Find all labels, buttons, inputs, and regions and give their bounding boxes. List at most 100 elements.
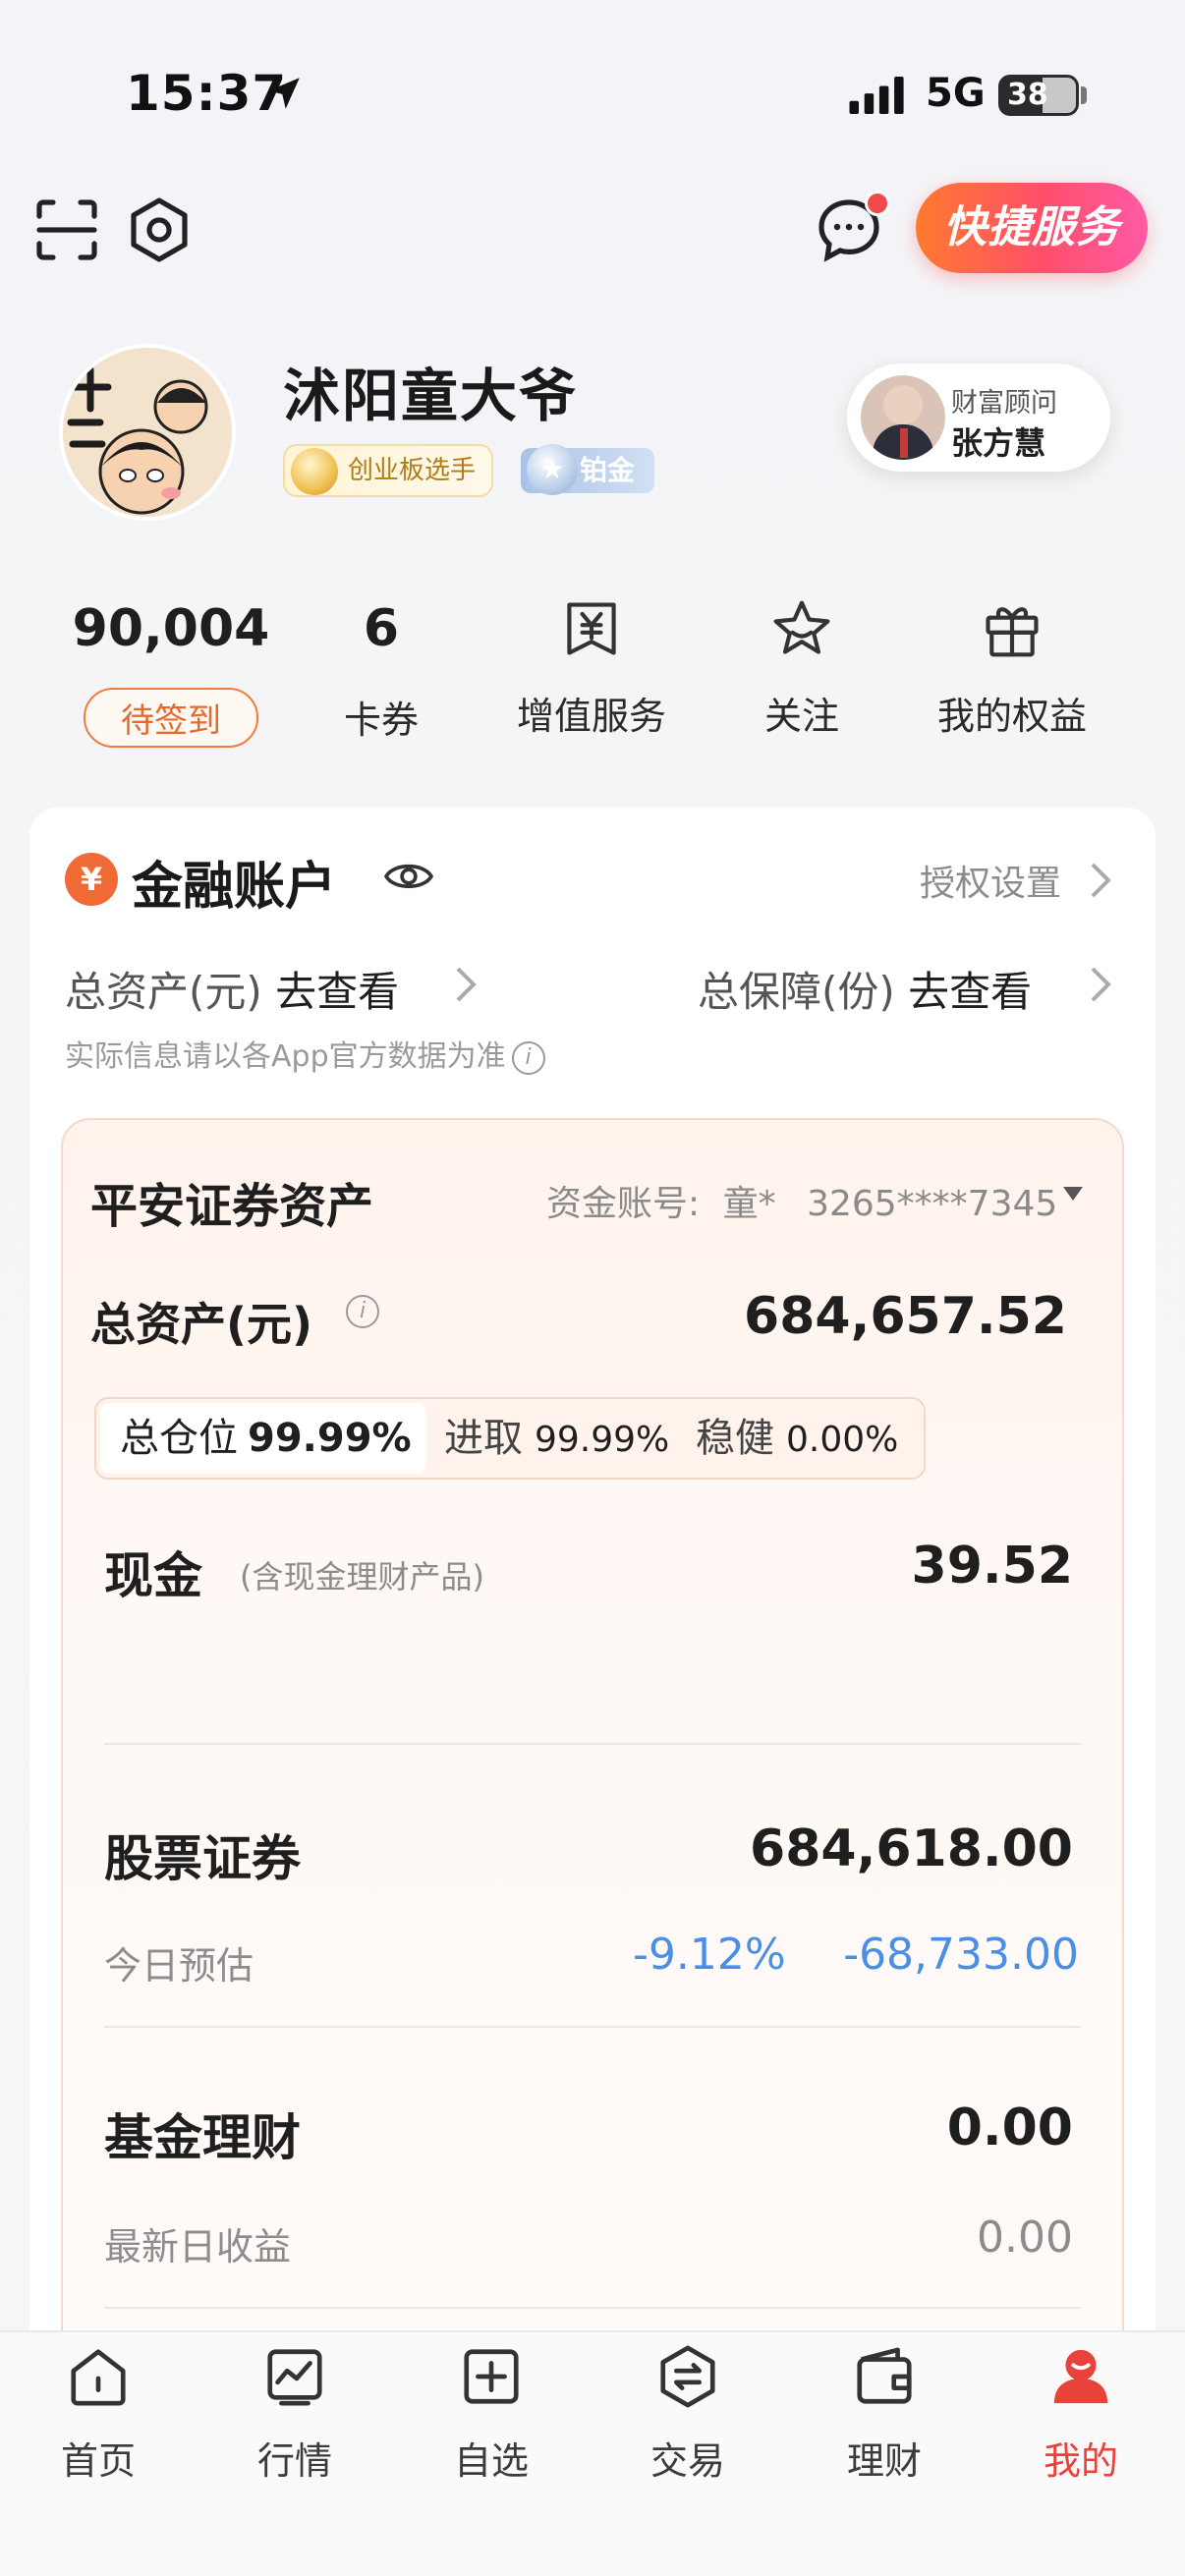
dropdown-arrow-icon[interactable]: [1063, 1187, 1083, 1201]
follow-stat[interactable]: 关注: [694, 589, 910, 740]
advisor-name: 张方慧: [951, 424, 1046, 462]
chevron-right-icon: [1091, 967, 1111, 1002]
total-guarantee-link[interactable]: 总保障(份) 去查看: [698, 959, 1032, 1019]
stocks-value: 684,618.00: [750, 1820, 1073, 1878]
cash-label: 现金: [104, 1547, 202, 1604]
securities-total-assets-value: 684,657.52: [744, 1287, 1067, 1346]
stocks-label[interactable]: 股票证券: [104, 1820, 301, 1890]
coupons-value: 6: [363, 599, 400, 658]
benefits-label: 我的权益: [936, 695, 1087, 738]
latest-return-value: 0.00: [977, 2212, 1073, 2263]
username: 沭阳童大爷: [283, 363, 579, 429]
my-benefits[interactable]: 我的权益: [904, 589, 1120, 740]
guarantee-action: 去查看: [908, 968, 1033, 1016]
securities-title: 平安证券资产: [90, 1179, 374, 1234]
signal-icon: [849, 77, 904, 114]
badge-tier-label: 铂金: [580, 454, 636, 486]
scan-icon[interactable]: [33, 196, 100, 263]
chevron-right-icon: [1091, 863, 1111, 898]
value-added-service[interactable]: 增值服务: [483, 589, 700, 740]
finance-title: 金融账户: [132, 858, 337, 917]
settings-icon[interactable]: [126, 196, 193, 263]
home-icon: [71, 2349, 126, 2406]
account-label: 资金账号:: [546, 1184, 701, 1224]
funds-label[interactable]: 基金理财: [104, 2099, 301, 2169]
trade-icon: [660, 2345, 715, 2408]
star-icon: [773, 600, 830, 654]
aggressive-value: 99.99%: [535, 1420, 670, 1460]
advisor-title: 财富顾问: [951, 388, 1057, 419]
tab-mine[interactable]: 我的: [983, 2344, 1179, 2485]
yuan-icon: ¥: [65, 853, 118, 906]
battery-level: 38: [1007, 78, 1048, 112]
avatar-cartoon-icon: [63, 348, 232, 517]
tab-market-label: 行情: [256, 2439, 332, 2483]
location-arrow-icon: [268, 78, 300, 109]
today-estimate-amount: -68,733.00: [843, 1930, 1079, 1980]
securities-total-assets-label: 总资产(元): [90, 1298, 313, 1351]
stable-value: 0.00%: [786, 1420, 899, 1460]
tab-watchlist[interactable]: 自选: [393, 2344, 590, 2485]
badge-level-label: 创业板选手: [348, 456, 477, 485]
chevron-right-icon: [456, 967, 477, 1002]
total-assets-action: 去查看: [275, 968, 400, 1016]
funds-value: 0.00: [946, 2099, 1073, 2157]
auth-settings-link[interactable]: 授权设置: [920, 855, 1061, 906]
notification-dot: [865, 191, 890, 216]
wallet-icon: [857, 2347, 912, 2404]
checkin-button[interactable]: 待签到: [84, 688, 258, 748]
divider: [104, 1743, 1081, 1745]
coupons-stat[interactable]: 6 卡券: [273, 589, 489, 744]
tab-home[interactable]: 首页: [0, 2344, 197, 2485]
badge-level[interactable]: 创业板选手: [283, 444, 494, 497]
network-type: 5G: [926, 71, 986, 116]
follow-label: 关注: [763, 695, 839, 738]
tab-watchlist-label: 自选: [453, 2439, 529, 2483]
total-assets-link[interactable]: 总资产(元) 去查看: [65, 959, 399, 1019]
tab-home-label: 首页: [60, 2439, 136, 2483]
profile-icon: [1053, 2349, 1108, 2404]
latest-return-label: 最新日收益: [104, 2225, 292, 2268]
divider: [104, 2026, 1081, 2028]
advisor-card[interactable]: 财富顾问 张方慧: [847, 364, 1110, 472]
account-selector[interactable]: 资金账号: 童* 3265****7345: [546, 1175, 1057, 1226]
info-icon[interactable]: i: [346, 1295, 379, 1328]
cash-note: (含现金理财产品): [240, 1558, 484, 1596]
star-badge-icon: ★: [527, 444, 578, 495]
points-stat[interactable]: 90,004 待签到: [63, 589, 279, 748]
value-added-label: 增值服务: [516, 695, 666, 738]
battery-tip: [1081, 86, 1087, 104]
tab-wealth[interactable]: 理财: [786, 2344, 983, 2485]
total-assets-prefix: 总资产(元): [65, 968, 262, 1016]
disclaimer-text: 实际信息请以各App官方数据为准: [65, 1039, 506, 1074]
tab-mine-label: 我的: [1043, 2439, 1118, 2483]
advisor-avatar: [861, 375, 945, 460]
tab-trade[interactable]: 交易: [590, 2344, 786, 2485]
chart-icon: [267, 2349, 322, 2406]
add-icon: [464, 2349, 519, 2404]
coupons-label: 卡券: [343, 699, 419, 742]
tab-market[interactable]: 行情: [197, 2344, 393, 2485]
battery-icon: 38: [998, 75, 1079, 116]
gift-icon: [986, 607, 1039, 657]
aggressive-position: 进取 99.99%: [444, 1403, 669, 1474]
disclaimer: 实际信息请以各App官方数据为准 i: [65, 1032, 545, 1075]
tab-wealth-label: 理财: [846, 2439, 922, 2483]
position-label: 总仓位: [120, 1416, 238, 1461]
today-estimate-label: 今日预估: [104, 1944, 254, 1988]
cash-value: 39.52: [911, 1537, 1073, 1596]
avatar[interactable]: [59, 344, 236, 521]
position-bar: 总仓位 99.99% 进取 99.99% 稳健 0.00%: [94, 1397, 926, 1480]
stable-position: 稳健 0.00%: [696, 1403, 898, 1474]
stable-label: 稳健: [696, 1416, 774, 1461]
quick-service-button[interactable]: 快捷服务: [916, 183, 1148, 273]
info-icon[interactable]: i: [511, 1040, 545, 1075]
yuan-ticket-icon: [567, 602, 616, 655]
account-number: 3265****7345: [807, 1184, 1058, 1224]
eye-icon[interactable]: [383, 857, 434, 896]
account-name: 童*: [722, 1184, 776, 1224]
badge-tier[interactable]: ★ 铂金: [521, 444, 655, 495]
gem-icon: [291, 448, 338, 495]
divider: [104, 2307, 1081, 2309]
points-value: 90,004: [72, 599, 270, 658]
